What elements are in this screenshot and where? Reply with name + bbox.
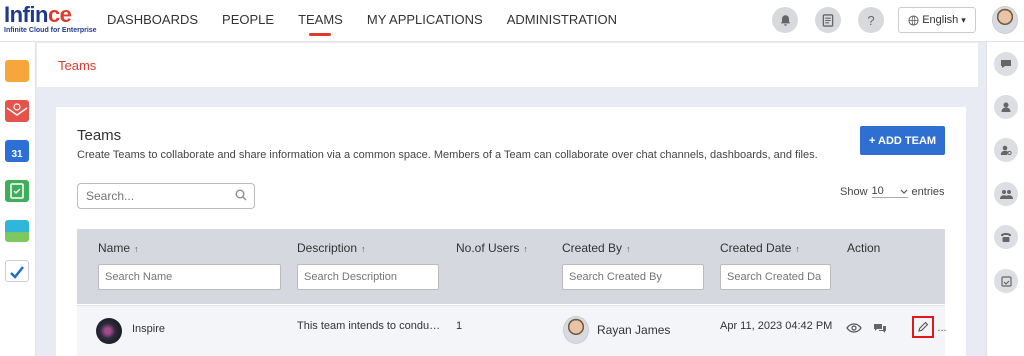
add-team-button[interactable]: + ADD TEAM xyxy=(860,126,945,155)
nav-administration[interactable]: ADMINISTRATION xyxy=(498,0,626,42)
user-settings-icon[interactable] xyxy=(994,138,1018,162)
more-icon[interactable]: ... xyxy=(934,320,950,336)
page-size-select[interactable]: 10 xyxy=(871,185,908,198)
bell-icon[interactable] xyxy=(772,7,798,33)
column-header-description[interactable]: Description ↑ xyxy=(297,241,366,255)
user-icon[interactable] xyxy=(994,95,1018,119)
mail-app-icon[interactable] xyxy=(5,100,29,122)
folder-app-icon[interactable] xyxy=(5,60,29,82)
help-icon[interactable]: ? xyxy=(858,7,884,33)
team-avatar xyxy=(96,318,122,344)
search-box xyxy=(77,183,255,209)
nav-teams[interactable]: TEAMS xyxy=(289,0,352,42)
cloud-app-icon[interactable] xyxy=(5,260,29,282)
column-header-created-by[interactable]: Created By ↑ xyxy=(562,241,631,255)
edit-button[interactable] xyxy=(912,316,934,338)
sort-arrow-icon: ↑ xyxy=(523,244,528,254)
tasks-app-icon[interactable] xyxy=(5,180,29,202)
breadcrumb-teams[interactable]: Teams xyxy=(58,58,96,73)
phone-icon[interactable] xyxy=(994,225,1018,249)
search-input[interactable] xyxy=(78,184,218,208)
notes-icon[interactable] xyxy=(815,7,841,33)
page-title: Teams xyxy=(77,127,122,144)
infince-logo[interactable]: Infince Infinite Cloud for Enterprise xyxy=(4,4,97,38)
chat-icon[interactable] xyxy=(872,320,888,336)
globe-icon xyxy=(908,14,919,26)
top-navbar: Infince Infinite Cloud for Enterprise DA… xyxy=(0,0,1024,42)
created-date: Apr 11, 2023 04:42 PM xyxy=(720,320,833,332)
column-header-action: Action xyxy=(847,241,881,255)
sort-arrow-icon: ↑ xyxy=(134,244,139,254)
filter-created-by-input[interactable] xyxy=(562,264,704,290)
chat-icon[interactable] xyxy=(994,52,1018,76)
main-nav: DASHBOARDS PEOPLE TEAMS MY APPLICATIONS … xyxy=(98,0,632,42)
team-name[interactable]: Inspire xyxy=(132,323,165,335)
right-utility-sidebar xyxy=(986,42,1024,356)
teams-card: Teams Create Teams to collaborate and sh… xyxy=(56,107,966,356)
language-select[interactable]: English ▾ xyxy=(898,7,976,33)
table-header: Name ↑ Description ↑ No.of Users ↑ Created … xyxy=(77,229,945,304)
page-subtitle: Create Teams to collaborate and share in… xyxy=(77,149,818,161)
sort-arrow-icon: ↑ xyxy=(626,244,631,254)
caret-down-icon: ▾ xyxy=(961,14,966,25)
breadcrumb: Teams xyxy=(37,43,978,87)
column-header-users[interactable]: No.of Users ↑ xyxy=(456,241,528,255)
creator-avatar xyxy=(563,316,589,344)
nav-people[interactable]: PEOPLE xyxy=(213,0,283,42)
gallery-app-icon[interactable] xyxy=(5,220,29,242)
search-icon[interactable] xyxy=(235,189,247,201)
user-avatar[interactable] xyxy=(992,6,1018,34)
team-description: This team intends to condu… xyxy=(297,320,441,332)
nav-dashboards[interactable]: DASHBOARDS xyxy=(98,0,207,42)
language-label: English xyxy=(922,14,959,26)
column-header-name[interactable]: Name ↑ xyxy=(98,241,139,255)
calendar-app-icon[interactable]: 31 xyxy=(5,140,29,162)
sort-arrow-icon: ↑ xyxy=(795,244,800,254)
sort-arrow-icon: ↑ xyxy=(361,244,366,254)
chevron-down-icon xyxy=(900,189,907,194)
users-icon[interactable] xyxy=(994,182,1018,206)
app-launcher-sidebar: 31 xyxy=(0,42,36,356)
calendar-check-icon[interactable] xyxy=(994,269,1018,293)
edit-icon xyxy=(918,321,929,332)
column-header-created-date[interactable]: Created Date ↑ xyxy=(720,241,800,255)
table-row: Inspire This team intends to condu… 1 Ra… xyxy=(77,305,947,356)
page-size-control: Show 10 entries xyxy=(840,185,945,198)
filter-created-date-input[interactable] xyxy=(720,264,831,290)
filter-name-input[interactable] xyxy=(98,264,281,290)
filter-description-input[interactable] xyxy=(297,264,439,290)
creator-name: Rayan James xyxy=(597,323,671,337)
nav-my-applications[interactable]: MY APPLICATIONS xyxy=(358,0,492,42)
view-icon[interactable] xyxy=(846,320,862,336)
team-user-count: 1 xyxy=(456,320,463,332)
